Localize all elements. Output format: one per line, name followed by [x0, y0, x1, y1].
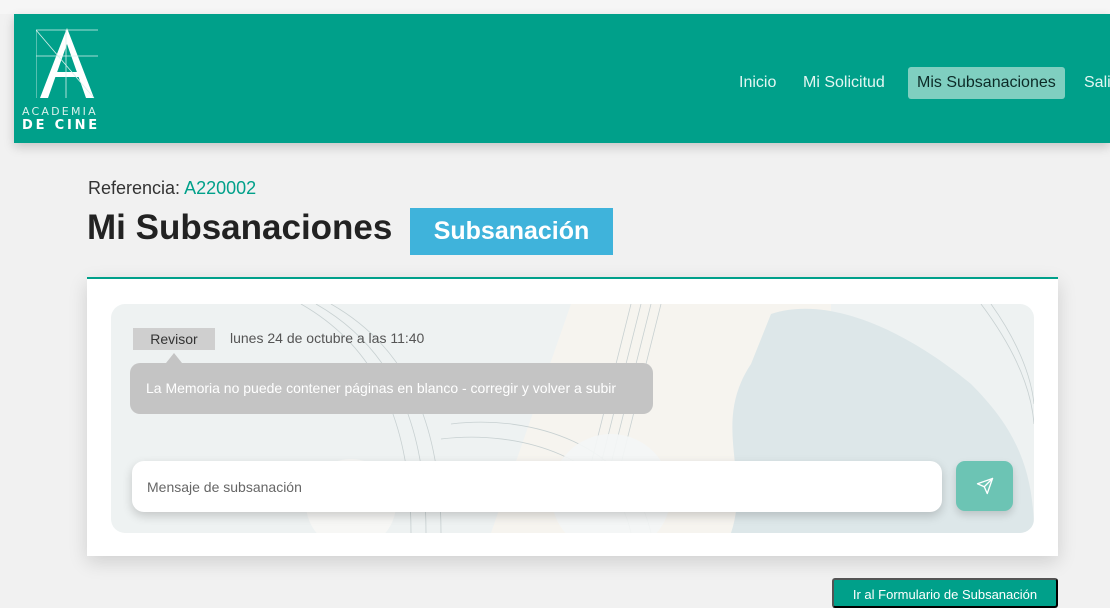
nav-item-inicio[interactable]: Inicio	[739, 67, 776, 99]
academia-logo[interactable]: ACADEMIA DE CINE	[22, 26, 122, 134]
nav-item-mi-solicitud[interactable]: Mi Solicitud	[803, 67, 885, 99]
logo-a-glyph	[36, 28, 98, 99]
reference-label: Referencia:	[88, 178, 181, 198]
message-bubble: La Memoria no puede contener páginas en …	[130, 363, 653, 414]
nav-item-mis-subsanaciones[interactable]: Mis Subsanaciones	[908, 67, 1065, 99]
reference-value: A220002	[184, 178, 257, 198]
subsanation-card: Revisor lunes 24 de octubre a las 11:40 …	[87, 277, 1058, 556]
nav-item-salir[interactable]: Sali	[1084, 67, 1110, 99]
send-button[interactable]	[956, 461, 1013, 511]
message-timestamp: lunes 24 de octubre a las 11:40	[230, 330, 425, 346]
reference-line: Referencia: A220002	[88, 178, 256, 199]
chat-area: Revisor lunes 24 de octubre a las 11:40 …	[111, 304, 1034, 533]
logo-text-de-cine: DE CINE	[22, 118, 100, 133]
page-title: Mi Subsanaciones	[87, 208, 393, 247]
message-input[interactable]	[132, 461, 942, 512]
message-bubble-tail	[166, 353, 182, 363]
logo-text-academia: ACADEMIA	[22, 105, 98, 118]
message-author-badge: Revisor	[133, 328, 215, 350]
status-badge: Subsanación	[410, 208, 613, 255]
send-icon	[976, 477, 993, 495]
go-to-form-button[interactable]: Ir al Formulario de Subsanación	[832, 578, 1058, 608]
navbar: ACADEMIA DE CINE Inicio Mi Solicitud Mis…	[14, 14, 1110, 143]
top-strip	[0, 0, 1110, 14]
